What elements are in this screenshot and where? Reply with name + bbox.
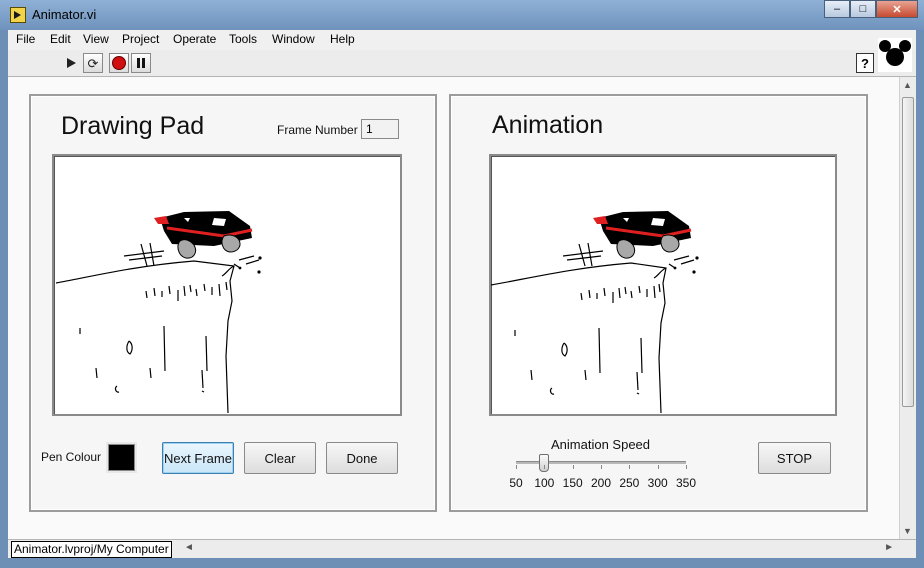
drawing-pad-section: Drawing Pad Frame Number 1 Pen Colour Ne… — [29, 94, 437, 512]
window-title: Animator.vi — [32, 7, 97, 22]
vertical-scroll-thumb[interactable] — [902, 97, 914, 407]
run-icon — [66, 58, 76, 68]
maximize-button[interactable]: □ — [850, 0, 876, 18]
animation-frame — [491, 211, 699, 414]
slider-tick — [601, 465, 602, 469]
slider-tick-label: 350 — [675, 476, 697, 490]
slider-thumb[interactable] — [539, 454, 550, 472]
slider-tick — [544, 465, 546, 469]
clear-button[interactable]: Clear — [244, 442, 316, 474]
menu-window[interactable]: Window — [272, 32, 315, 46]
pause-button[interactable] — [131, 53, 151, 73]
done-button[interactable]: Done — [326, 442, 398, 474]
animation-display — [489, 154, 837, 416]
labview-app-icon — [10, 7, 26, 23]
menu-tools[interactable]: Tools — [229, 32, 257, 46]
drawing-pad-heading: Drawing Pad — [61, 112, 205, 140]
scroll-down-icon[interactable]: ▼ — [903, 526, 912, 536]
toolbar: ⟳ ? — [8, 38, 916, 77]
pause-icon — [137, 58, 145, 68]
minimize-button[interactable]: – — [824, 0, 850, 18]
frame-number-field[interactable]: 1 — [361, 119, 399, 139]
slider-tick — [629, 465, 631, 469]
status-bar: Animator.lvproj/My Computer ◄ ► — [8, 539, 916, 559]
pen-colour-swatch[interactable] — [108, 444, 135, 471]
animation-speed-slider[interactable]: 50 100 150 200 250 300 350 — [506, 454, 696, 494]
context-help-button[interactable]: ? — [856, 53, 874, 73]
title-bar: Animator.vi – □ ✕ — [0, 0, 924, 30]
slider-tick — [516, 465, 517, 469]
slider-tick — [572, 465, 574, 469]
slider-tick-label: 300 — [647, 476, 668, 490]
abort-button[interactable] — [109, 53, 129, 73]
abort-icon — [112, 56, 126, 70]
animation-section: Animation Animation Speed 50 100 150 200… — [449, 94, 868, 512]
animation-speed-label: Animation Speed — [551, 437, 651, 452]
menu-edit[interactable]: Edit — [50, 32, 71, 46]
run-continuously-button[interactable]: ⟳ — [83, 53, 103, 73]
menu-help[interactable]: Help — [330, 32, 355, 46]
slider-tick — [657, 465, 659, 469]
animation-heading: Animation — [492, 111, 604, 139]
vertical-scrollbar[interactable]: ▲ ▼ — [899, 77, 916, 539]
menu-operate[interactable]: Operate — [173, 32, 216, 46]
slider-tick-label: 250 — [619, 476, 640, 490]
window-controls: – □ ✕ — [824, 0, 918, 20]
slider-tick-label: 100 — [534, 476, 555, 490]
drawing-sketch — [55, 211, 262, 414]
run-continuously-icon: ⟳ — [87, 55, 99, 71]
menu-view[interactable]: View — [83, 32, 109, 46]
next-frame-button[interactable]: Next Frame — [162, 442, 234, 474]
menu-file[interactable]: File — [16, 32, 35, 46]
window-bottom-border — [0, 558, 924, 568]
drawing-canvas[interactable] — [52, 154, 402, 416]
slider-tick-label: 200 — [590, 476, 612, 490]
menu-bar: File Edit View Project Operate Tools Win… — [8, 30, 916, 51]
menu-project[interactable]: Project — [122, 32, 159, 46]
slider-tick-label: 50 — [509, 476, 523, 490]
scroll-right-icon[interactable]: ► — [884, 542, 894, 553]
project-path: Animator.lvproj/My Computer — [11, 541, 172, 558]
close-button[interactable]: ✕ — [876, 0, 918, 18]
slider-tick — [686, 465, 687, 469]
pen-colour-label: Pen Colour — [41, 450, 102, 464]
slider-tick-label: 150 — [562, 476, 583, 490]
frame-number-label: Frame Number — [277, 123, 358, 137]
front-panel: Drawing Pad Frame Number 1 Pen Colour Ne… — [8, 77, 899, 539]
vi-icon — [878, 38, 912, 72]
scroll-up-icon[interactable]: ▲ — [903, 80, 912, 90]
stop-button[interactable]: STOP — [758, 442, 831, 474]
scroll-left-icon[interactable]: ◄ — [184, 542, 194, 553]
run-button[interactable] — [61, 53, 81, 73]
